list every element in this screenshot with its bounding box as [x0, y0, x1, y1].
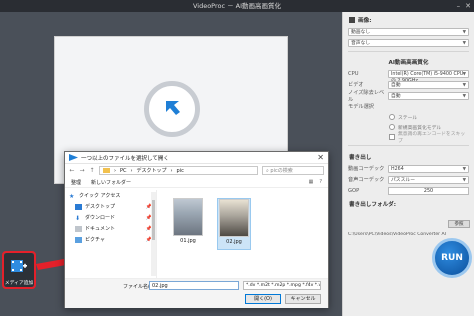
- audio-track-select[interactable]: 音声なし ▼: [348, 38, 469, 47]
- thumbnail-image: [173, 198, 203, 236]
- gop-field[interactable]: 250: [388, 186, 469, 195]
- dialog-title: 一つ以上のファイルを選択して開く: [81, 155, 169, 162]
- nav-desktop[interactable]: デスクトップ 📌: [65, 201, 156, 212]
- cancel-button[interactable]: キャンセル: [285, 294, 321, 304]
- audio-codec-select[interactable]: パススルー ▼: [388, 175, 469, 184]
- up-icon[interactable]: ↑: [89, 167, 95, 174]
- nav-quick-access[interactable]: ★ クイック アクセス: [65, 190, 156, 201]
- nav-scrollbar[interactable]: [151, 192, 156, 276]
- window-title: VideoProc － AI動画高画質化: [192, 2, 282, 10]
- nav-pictures[interactable]: ピクチャ 📌: [65, 234, 156, 245]
- close-icon[interactable]: ✕: [465, 0, 471, 12]
- video-type-select[interactable]: 自動 ▼: [388, 80, 469, 89]
- thumbnail-image: [219, 199, 249, 237]
- highlight-box: [2, 251, 36, 289]
- radio-model-1[interactable]: ステール: [343, 112, 474, 122]
- filetype-select[interactable]: *.dv *.m2t *.m2p *.mpg *.f4v *.vi: [243, 281, 321, 290]
- output-folder-header: 書き出しフォルダ:: [349, 202, 396, 208]
- file-item[interactable]: 01.jpg: [171, 198, 205, 250]
- noise-level-select[interactable]: 自動 ▼: [388, 91, 469, 100]
- file-open-dialog: 一つ以上のファイルを選択して開く ✕ ← → ↑ › PC › デスクトップ › pi…: [64, 151, 329, 308]
- output-path: C:\Users\PC\Videos\VideoProc Converter A…: [348, 232, 447, 237]
- minimize-icon[interactable]: –: [457, 0, 461, 12]
- organize-button[interactable]: 整理: [71, 179, 81, 186]
- app-icon: [69, 154, 78, 161]
- view-icon[interactable]: ▦: [309, 179, 314, 185]
- video-codec-select[interactable]: H264 ▼: [388, 164, 469, 173]
- video-track-select[interactable]: 動画なし ▼: [348, 27, 469, 36]
- video-section-header: 画像:: [343, 12, 474, 26]
- chevron-down-icon: ▼: [462, 29, 466, 35]
- browse-button[interactable]: 参照: [448, 220, 470, 228]
- output-section-header: 書き出し: [349, 155, 372, 161]
- open-button[interactable]: 開く(O): [245, 294, 281, 304]
- filename-input[interactable]: 02.jpg: [149, 281, 239, 290]
- file-grid: 01.jpg 02.jpg: [161, 194, 321, 274]
- nav-downloads[interactable]: ⬇ ダウンロード 📌: [65, 212, 156, 223]
- film-icon: [349, 17, 355, 23]
- close-icon[interactable]: ✕: [317, 153, 324, 162]
- cpu-select[interactable]: Intel(R) Core(TM) i5-9400 CPU @ 2.90GHz▼: [388, 69, 469, 84]
- forward-icon[interactable]: →: [79, 167, 85, 174]
- search-input[interactable]: ⌕ picの検索: [262, 166, 324, 175]
- pointer-arrow-icon: [166, 101, 180, 115]
- add-media-ring[interactable]: [144, 81, 200, 137]
- address-bar[interactable]: › PC › デスクトップ › pic: [99, 166, 258, 175]
- nav-pane: ★ クイック アクセス デスクトップ 📌 ⬇ ダウンロード 📌 ドキュメント 📌 ピクチャ…: [65, 190, 157, 278]
- skip-reencode-checkbox[interactable]: 無意識の再エンコードをスキップ: [343, 132, 474, 144]
- folder-icon: [103, 168, 110, 173]
- chevron-down-icon: ▼: [462, 40, 466, 46]
- title-bar: VideoProc － AI動画高画質化 – ✕: [0, 0, 474, 12]
- run-button[interactable]: RUN: [432, 238, 472, 278]
- help-icon[interactable]: ?: [319, 179, 322, 185]
- file-item-selected[interactable]: 02.jpg: [217, 198, 251, 250]
- back-icon[interactable]: ←: [69, 167, 75, 174]
- nav-documents[interactable]: ドキュメント 📌: [65, 223, 156, 234]
- ai-section-header: AI動画高画質化: [388, 60, 429, 66]
- new-folder-button[interactable]: 新しいフォルダー: [91, 179, 131, 186]
